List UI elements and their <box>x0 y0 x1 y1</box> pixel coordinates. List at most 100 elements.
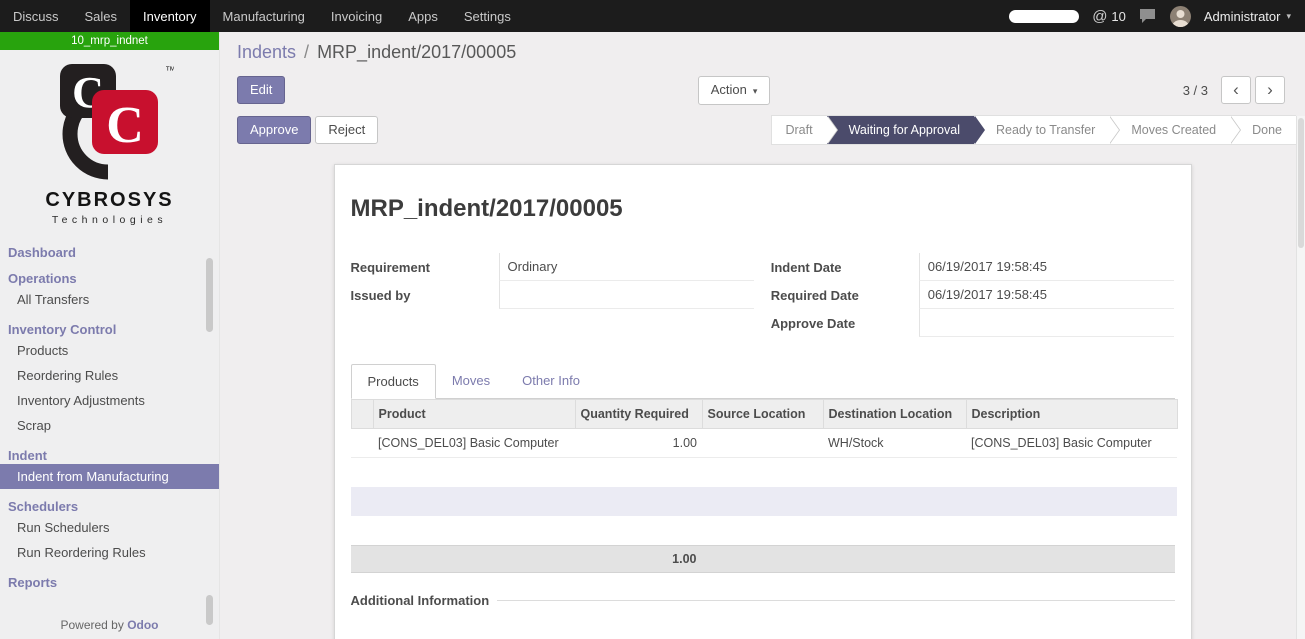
sheet-area: MRP_indent/2017/00005 RequirementOrdinar… <box>220 146 1305 639</box>
empty-row-1 <box>351 458 1177 487</box>
tab-products[interactable]: Products <box>351 364 436 399</box>
edit-button[interactable]: Edit <box>237 76 285 104</box>
status-step-waiting-for-approval[interactable]: Waiting for Approval <box>827 116 974 144</box>
sidebar-scrollbar-thumb-bottom[interactable] <box>206 595 213 625</box>
company-logo: C C ™ CYBROSYS Technologies <box>0 50 219 232</box>
topbar: DiscussSalesInventoryManufacturingInvoic… <box>0 0 1305 32</box>
sidebar-item-schedulers[interactable]: Schedulers <box>0 498 219 515</box>
topbar-menu-discuss[interactable]: Discuss <box>0 0 72 32</box>
field-group-right: Indent Date06/19/2017 19:58:45Required D… <box>771 253 1175 337</box>
approve-button[interactable]: Approve <box>237 116 311 144</box>
topbar-menu: DiscussSalesInventoryManufacturingInvoic… <box>0 0 524 32</box>
field-value-required-date[interactable]: 06/19/2017 19:58:45 <box>919 281 1175 309</box>
reject-button[interactable]: Reject <box>315 116 378 144</box>
sidebar-item-dashboard[interactable]: Dashboard <box>0 244 219 261</box>
sidebar-item-run-schedulers[interactable]: Run Schedulers <box>0 515 219 540</box>
messages-counter[interactable]: @ 10 <box>1092 8 1126 25</box>
additional-info-section: Additional Information <box>351 593 1175 608</box>
avatar[interactable] <box>1170 6 1191 27</box>
topbar-menu-inventory[interactable]: Inventory <box>130 0 209 32</box>
field-label-required-date: Required Date <box>771 281 919 309</box>
field-label-approve-date: Approve Date <box>771 309 919 337</box>
sidebar-item-run-reordering-rules[interactable]: Run Reordering Rules <box>0 540 219 565</box>
field-row-required-date: Required Date06/19/2017 19:58:45 <box>771 281 1175 309</box>
action-button-label: Action <box>711 82 747 97</box>
sidebar-item-scrap[interactable]: Scrap <box>0 413 219 438</box>
user-menu[interactable]: Administrator ▾ <box>1204 9 1291 24</box>
field-row-requirement: RequirementOrdinary <box>351 253 755 281</box>
chat-icon[interactable] <box>1139 8 1157 24</box>
sidebar-item-reports[interactable]: Reports <box>0 574 219 591</box>
products-table: ProductQuantity RequiredSource LocationD… <box>351 399 1178 545</box>
separator-line <box>497 600 1174 601</box>
action-button[interactable]: Action▾ <box>698 76 771 105</box>
sidebar-item-indent-from-manufacturing[interactable]: Indent from Manufacturing <box>0 464 219 489</box>
col-source-location[interactable]: Source Location <box>702 400 823 429</box>
sidebar-item-operations[interactable]: Operations <box>0 270 219 287</box>
breadcrumb: Indents / MRP_indent/2017/00005 <box>220 32 1305 72</box>
sidebar-item-all-transfers[interactable]: All Transfers <box>0 287 219 312</box>
table-body: [CONS_DEL03] Basic Computer1.00WH/Stock[… <box>351 429 1177 545</box>
trademark-symbol: ™ <box>165 65 174 77</box>
odoo-link[interactable]: Odoo <box>127 618 158 632</box>
field-label-requirement: Requirement <box>351 253 499 281</box>
field-row-issued-by: Issued by <box>351 281 755 309</box>
sidebar-item-products[interactable]: Products <box>0 338 219 363</box>
pager-previous-button[interactable]: ‹ <box>1221 76 1251 104</box>
systray: @ 10 Administrator ▾ <box>1009 0 1305 32</box>
col-description[interactable]: Description <box>966 400 1177 429</box>
brand-name: CYBROSYS <box>0 189 219 212</box>
field-value-approve-date[interactable] <box>919 309 1175 337</box>
field-value-indent-date[interactable]: 06/19/2017 19:58:45 <box>919 253 1175 281</box>
topbar-menu-sales[interactable]: Sales <box>72 0 131 32</box>
breadcrumb-current: MRP_indent/2017/00005 <box>317 42 516 63</box>
breadcrumb-parent[interactable]: Indents <box>237 42 296 63</box>
db-banner: 10_mrp_indnet <box>0 32 219 50</box>
additional-info-heading: Additional Information <box>351 593 490 608</box>
page-scrollbar[interactable] <box>1296 116 1305 639</box>
topbar-menu-apps[interactable]: Apps <box>395 0 451 32</box>
sidebar-item-indent[interactable]: Indent <box>0 447 219 464</box>
totals-row: 1.00 <box>351 545 1175 573</box>
chevron-left-icon: ‹ <box>1233 80 1239 99</box>
sidebar-scrollbar-thumb[interactable] <box>206 258 213 332</box>
tab-other-info[interactable]: Other Info <box>506 364 596 399</box>
field-label-issued-by: Issued by <box>351 281 499 309</box>
pager-next-button[interactable]: › <box>1255 76 1285 104</box>
main-content: Indents / MRP_indent/2017/00005 Edit Act… <box>220 32 1305 639</box>
status-step-moves-created[interactable]: Moves Created <box>1109 116 1230 144</box>
record-title: MRP_indent/2017/00005 <box>351 195 1175 223</box>
table-row[interactable]: [CONS_DEL03] Basic Computer1.00WH/Stock[… <box>351 429 1177 458</box>
col-quantity-required[interactable]: Quantity Required <box>575 400 702 429</box>
pager: 3 / 3 ‹ › <box>1183 76 1285 104</box>
tab-moves[interactable]: Moves <box>436 364 506 399</box>
powered-by: Powered by Odoo <box>0 613 219 639</box>
topbar-menu-manufacturing[interactable]: Manufacturing <box>210 0 318 32</box>
sidebar-item-inventory-adjustments[interactable]: Inventory Adjustments <box>0 388 219 413</box>
col-product[interactable]: Product <box>373 400 575 429</box>
field-value-issued-by[interactable] <box>499 281 755 309</box>
field-row-approve-date: Approve Date <box>771 309 1175 337</box>
page-scrollbar-thumb[interactable] <box>1298 118 1304 248</box>
topbar-menu-settings[interactable]: Settings <box>451 0 524 32</box>
user-name: Administrator <box>1204 9 1281 24</box>
statusbar: DraftWaiting for ApprovalReady to Transf… <box>771 115 1296 145</box>
cybrosys-logo-icon: C C ™ <box>46 62 174 180</box>
form-sheet: MRP_indent/2017/00005 RequirementOrdinar… <box>334 164 1192 639</box>
sidebar-item-inventory-control[interactable]: Inventory Control <box>0 321 219 338</box>
systray-pill[interactable] <box>1009 10 1079 23</box>
status-step-ready-to-transfer[interactable]: Ready to Transfer <box>974 116 1109 144</box>
chevron-down-icon: ▾ <box>1286 11 1291 22</box>
sidebar-menu: Dashboard OperationsAll Transfers Inventor… <box>0 244 219 591</box>
empty-row-3 <box>351 516 1177 545</box>
notebook-tabs: ProductsMovesOther Info <box>351 363 1175 399</box>
breadcrumb-separator: / <box>304 42 309 63</box>
user-icon <box>1170 6 1191 27</box>
field-value-requirement[interactable]: Ordinary <box>499 253 755 281</box>
col-destination-location[interactable]: Destination Location <box>823 400 966 429</box>
sidebar-item-reordering-rules[interactable]: Reordering Rules <box>0 363 219 388</box>
topbar-menu-invoicing[interactable]: Invoicing <box>318 0 395 32</box>
status-step-draft[interactable]: Draft <box>772 116 826 144</box>
field-label-indent-date: Indent Date <box>771 253 919 281</box>
chevron-right-icon: › <box>1267 80 1273 99</box>
